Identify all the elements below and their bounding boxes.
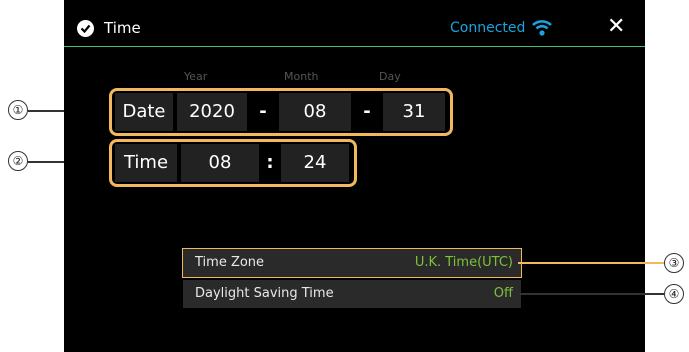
callout-3-leader	[518, 262, 664, 264]
day-field[interactable]: 31	[383, 93, 445, 131]
title-divider	[64, 46, 645, 47]
time-zone-value: U.K. Time(UTC)	[414, 255, 513, 270]
time-zone-row[interactable]: Time Zone U.K. Time(UTC)	[182, 248, 522, 278]
wifi-icon	[532, 20, 552, 36]
minute-field[interactable]: 24	[281, 144, 349, 182]
daylight-saving-value: Off	[493, 286, 513, 301]
hour-field[interactable]: 08	[181, 144, 259, 182]
date-separator: -	[259, 101, 267, 122]
connection-status: Connected	[450, 20, 526, 36]
year-label: Year	[184, 70, 208, 83]
titlebar: Time Connected ✕	[64, 0, 645, 47]
time-zone-label: Time Zone	[195, 255, 265, 270]
page-title: Time	[104, 19, 141, 37]
date-separator: -	[363, 101, 371, 122]
day-label: Day	[379, 70, 401, 83]
month-label: Month	[284, 70, 319, 83]
time-label: Time	[115, 144, 177, 182]
year-field[interactable]: 2020	[177, 93, 247, 131]
date-label: Date	[115, 93, 173, 131]
callout-4-leader	[520, 293, 664, 295]
callout-2: ②	[8, 151, 28, 171]
close-button[interactable]: ✕	[607, 16, 625, 38]
month-field[interactable]: 08	[279, 93, 351, 131]
callout-4: ④	[664, 284, 684, 304]
time-separator: :	[266, 152, 274, 173]
daylight-saving-label: Daylight Saving Time	[195, 286, 334, 301]
clock-check-icon	[77, 20, 94, 37]
callout-3: ③	[664, 253, 684, 273]
callout-1: ①	[8, 100, 28, 120]
daylight-saving-row[interactable]: Daylight Saving Time Off	[183, 280, 521, 308]
